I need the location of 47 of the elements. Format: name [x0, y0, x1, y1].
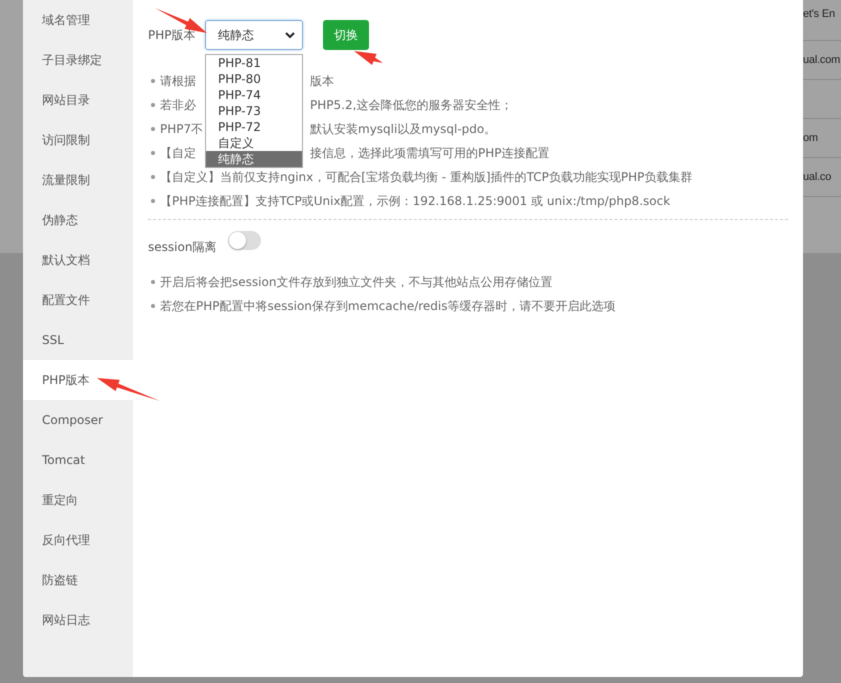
sidebar-item[interactable]: 域名管理	[23, 0, 133, 40]
bullet-icon	[151, 79, 155, 83]
bullet-icon	[151, 304, 155, 308]
sidebar-item[interactable]: 配置文件	[23, 280, 133, 320]
chevron-icon	[285, 32, 295, 38]
sidebar-item[interactable]: Tomcat	[23, 440, 133, 480]
table-cell: et's En	[803, 8, 835, 20]
pointer-arrow	[354, 51, 383, 65]
sidebar-item[interactable]: PHP版本	[23, 360, 133, 400]
note-text: 请根据	[160, 72, 197, 90]
note-text: 【自定义】当前仅支持nginx，可配合[宝塔负载均衡 - 重构版]插件的TCP负载功能实现PHP负载集群	[160, 168, 694, 186]
table-cell: ual.co	[803, 171, 832, 183]
note-text: 若您在PHP配置中将session保存到memcache/redis等缓存器时，请不要开启此选项	[160, 298, 617, 314]
sidebar-item[interactable]: 防盗链	[23, 560, 133, 600]
note-text: PHP5.2,这会降低您的服务器安全性；	[310, 96, 514, 114]
sidebar-item[interactable]: 网站日志	[23, 600, 133, 640]
sidebar-item[interactable]: 访问限制	[23, 120, 133, 160]
note-text: 开启后将会把session文件存放到独立文件夹，不与其他站点公用存储位置	[160, 274, 554, 290]
bullet-icon	[151, 103, 155, 107]
note-text: 【PHP连接配置】支持TCP或Unix配置，示例：192.168.1.25:9001 或 unix:/tmp/php8.sock	[160, 192, 672, 210]
pointer-arrow	[97, 378, 160, 401]
note-text: 若非必	[160, 96, 197, 114]
sidebar-item[interactable]: 重定向	[23, 480, 133, 520]
toggle-switch[interactable]	[228, 230, 262, 250]
bullet-icon	[151, 127, 155, 131]
sidebar-item[interactable]: 反向代理	[23, 520, 133, 560]
table-cell: ual.com	[803, 54, 840, 66]
sidebar-item[interactable]: 网站目录	[23, 80, 133, 120]
note-text: PHP7不	[160, 120, 200, 138]
sidebar-item[interactable]: 默认文档	[23, 240, 133, 280]
note-text: 【自定	[160, 144, 197, 162]
bullet-icon	[151, 199, 155, 203]
bullet-icon	[151, 280, 155, 284]
table-cell: om	[803, 132, 818, 144]
note-text: 默认安装mysqli以及mysql-pdo。	[310, 120, 498, 138]
sidebar-item[interactable]: 流量限制	[23, 160, 133, 200]
bullet-icon	[151, 175, 155, 179]
sidebar-item[interactable]: Composer	[23, 400, 133, 440]
field-label: session隔离	[148, 238, 216, 256]
dropdown-option[interactable]: 纯静态	[206, 151, 302, 167]
bullet-icon	[151, 151, 155, 155]
sidebar-item[interactable]: 子目录绑定	[23, 40, 133, 80]
sidebar-item[interactable]: 伪静态	[23, 200, 133, 240]
field-label: PHP版本	[148, 26, 196, 44]
sidebar-item[interactable]: SSL	[23, 320, 133, 360]
note-text: 版本	[310, 72, 335, 90]
note-text: 接信息，选择此项需填写可用的PHP连接配置	[310, 144, 550, 162]
